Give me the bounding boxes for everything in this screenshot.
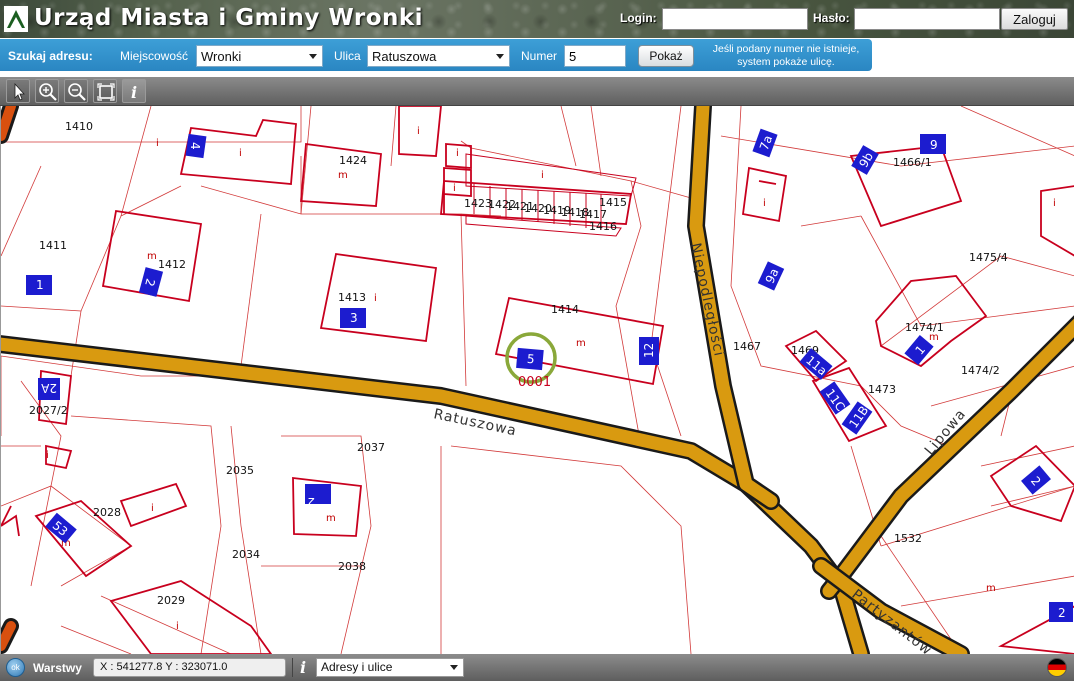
parcel-number: 2029 — [157, 594, 185, 607]
german-flag-icon[interactable] — [1047, 658, 1067, 677]
building-marker: i — [239, 148, 242, 159]
coordinates-display: X : 541277.8 Y : 323071.0 — [93, 658, 286, 677]
building-marker: m — [326, 513, 336, 524]
parcel-number: 1532 — [894, 532, 922, 545]
parcel-number: 1473 — [868, 383, 896, 396]
parcel-number: 1467 — [733, 340, 761, 353]
parcel-number: 1424 — [339, 154, 367, 167]
login-input[interactable] — [662, 8, 808, 30]
street-select[interactable]: Ratuszowa — [367, 45, 510, 67]
building-marker: m — [338, 170, 348, 181]
street-value: Ratuszowa — [372, 49, 437, 64]
zoom-extent-icon — [97, 83, 115, 101]
building-marker: i — [417, 126, 420, 137]
house-number: 2A — [40, 381, 57, 395]
svg-text:i: i — [131, 83, 137, 102]
zoom-in-button[interactable] — [35, 79, 59, 103]
parcel-number: 1416 — [589, 220, 617, 233]
city-logo-icon — [4, 6, 28, 32]
zoom-extent-button[interactable] — [93, 79, 117, 103]
pointer-icon — [14, 82, 25, 101]
zoom-out-icon — [68, 83, 86, 101]
header: Urząd Miasta i Gminy Wronki Login: Hasło… — [0, 0, 1074, 38]
parcel-number: 2035 — [226, 464, 254, 477]
parcel-number: 2038 — [338, 560, 366, 573]
building-marker: m — [929, 332, 939, 343]
login-label: Login: — [620, 11, 657, 25]
locality-value: Wronki — [201, 49, 242, 64]
zoom-in-icon — [39, 83, 57, 101]
search-panel: Szukaj adresu: Miejscowość Wronki Ulica … — [0, 39, 872, 71]
parcel-number: 1411 — [39, 239, 67, 252]
divider — [292, 658, 293, 677]
layer-select-value: Adresy i ulice — [321, 660, 393, 674]
building-marker: i — [46, 450, 49, 461]
search-result-label: 0001 — [518, 375, 551, 390]
locality-select[interactable]: Wronki — [196, 45, 323, 67]
building-marker: i — [374, 293, 377, 304]
layers-icon[interactable]: ok — [6, 658, 25, 677]
number-label: Numer — [521, 49, 558, 63]
password-input[interactable] — [854, 8, 1000, 30]
building-marker: m — [576, 338, 586, 349]
search-hint: Jeśli podany numer nie istnieje, system … — [712, 43, 860, 68]
locality-label: Miejscowość — [120, 49, 189, 63]
parcel-number: 1413 — [338, 291, 366, 304]
map-canvas[interactable]: Ratuszowa Niepodległości Lipowa Partyzan… — [1, 106, 1074, 654]
house-number: 9 — [930, 138, 938, 152]
parcel-number: 1414 — [551, 303, 579, 316]
search-title: Szukaj adresu: — [8, 49, 93, 63]
building-marker: m — [147, 251, 157, 262]
status-bar: ok Warstwy X : 541277.8 Y : 323071.0 i A… — [0, 654, 1074, 681]
house-number: 5 — [526, 352, 535, 367]
login-button[interactable]: Zaloguj — [1001, 8, 1068, 30]
building-marker: i — [453, 183, 456, 194]
house-number: 3 — [350, 311, 358, 325]
building-marker: i — [763, 198, 766, 209]
building-marker: i — [176, 621, 179, 632]
chevron-down-icon — [309, 54, 317, 59]
info-icon: i — [131, 83, 137, 102]
building-marker: i — [456, 148, 459, 159]
parcel-number: 2027/2 — [29, 404, 68, 417]
zoom-out-button[interactable] — [64, 79, 88, 103]
building-marker: i — [151, 503, 154, 514]
house-number: 2 — [1058, 606, 1066, 620]
pointer-tool-button[interactable] — [6, 79, 30, 103]
app-title: Urząd Miasta i Gminy Wronki — [34, 5, 424, 31]
parcel-number: 1475/4 — [969, 251, 1008, 264]
chevron-down-icon — [450, 665, 458, 670]
address-search-bar: Szukaj adresu: Miejscowość Wronki Ulica … — [0, 38, 1074, 75]
building-marker: m — [986, 583, 996, 594]
parcel-number: 1415 — [599, 196, 627, 209]
building-marker: i — [156, 138, 159, 149]
map-toolbar: i — [0, 77, 1074, 106]
parcel-number: 1474/2 — [961, 364, 1000, 377]
parcel-number: 2034 — [232, 548, 260, 561]
house-number: 2 — [307, 495, 315, 509]
layers-button[interactable]: Warstwy — [33, 661, 82, 675]
street-label: Ulica — [334, 49, 361, 63]
chevron-down-icon — [496, 54, 504, 59]
map-view[interactable]: Ratuszowa Niepodległości Lipowa Partyzan… — [0, 106, 1074, 654]
number-input[interactable] — [564, 45, 626, 67]
house-number: 1 — [36, 278, 44, 292]
house-number: 4 — [188, 142, 202, 150]
layer-select[interactable]: Adresy i ulice — [316, 658, 464, 677]
info-tool-button[interactable]: i — [122, 79, 146, 103]
parcel-number: 1412 — [158, 258, 186, 271]
parcel-number: 1466/1 — [893, 156, 932, 169]
parcel-number: 2037 — [357, 441, 385, 454]
house-number: 12 — [642, 343, 656, 358]
parcel-number: 2028 — [93, 506, 121, 519]
show-button[interactable]: Pokaż — [638, 45, 694, 67]
info-icon: i — [300, 658, 307, 677]
building-marker: i — [541, 170, 544, 181]
parcel-number: 1410 — [65, 120, 93, 133]
building-marker: i — [1053, 198, 1056, 209]
password-label: Hasło: — [813, 11, 850, 25]
